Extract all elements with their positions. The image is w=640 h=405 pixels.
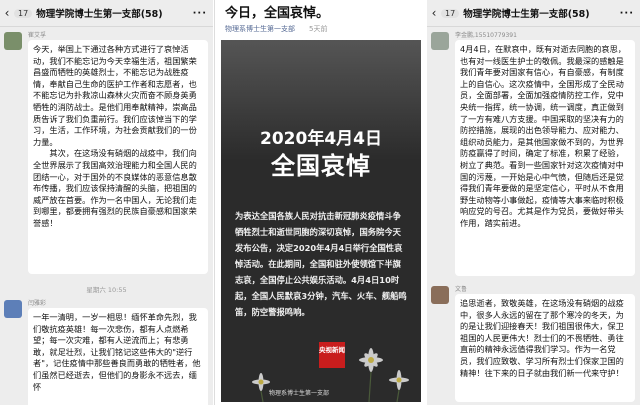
chat-title: 物理学院博士生第一支部(58) [463, 9, 590, 20]
message-timestamp: 星期六 10:55 [86, 286, 127, 294]
article-source-link[interactable]: 物理系博士生第一支部 [225, 24, 295, 34]
article-time: 5天前 [309, 25, 328, 33]
poster-headline: 全国哀悼 [271, 152, 371, 180]
message-bubble[interactable]: 一年一清明，一岁一相思！缅怀革命先烈，我们敬抗疫英雄！每一次悲伤，都有人点燃希望… [28, 308, 208, 405]
back-icon[interactable]: ‹ [427, 6, 441, 20]
article-panel: 今日，全国哀悼。 物理系博士生第一支部 5天前 2020年4月4日 全国哀悼 为… [214, 0, 428, 405]
poster-body: 为表达全国各族人民对抗击新冠肺炎疫情斗争牺牲烈士和逝世同胞的深切哀悼，国务院今天… [235, 211, 407, 317]
unread-badge: 17 [441, 8, 460, 18]
cctv-news-logo: 央视新闻 [319, 342, 345, 368]
sender-name: 李金鹏,15510779391 [455, 32, 517, 39]
sender-name: 闫雅彩 [28, 300, 47, 307]
chat-header: ‹ 17 物理学院博士生第一支部(58) ··· [427, 0, 640, 27]
sender-name: 崔艾孚 [28, 32, 47, 39]
left-chat-panel: ‹ 17 物理学院博士生第一支部(58) ··· 崔艾孚 今天，举国上下通过各种… [0, 0, 213, 405]
right-chat-panel: ‹ 17 物理学院博士生第一支部(58) ··· 李金鹏,15510779391… [427, 0, 640, 405]
chat-header: ‹ 17 物理学院博士生第一支部(58) ··· [0, 0, 213, 27]
avatar[interactable] [431, 32, 449, 50]
article-title: 今日，全国哀悼。 [225, 6, 330, 21]
more-icon[interactable]: ··· [620, 8, 634, 19]
poster-credit: 物理系博士生第一支部 [269, 390, 330, 397]
message-bubble[interactable]: 追思逝者，致敬英雄，在这场没有硝烟的战疫中，很多人永远的留在了那个寒冷的冬天，为… [455, 294, 635, 402]
message-bubble[interactable]: 今天，举国上下通过各种方式进行了哀悼活动，我们不能忘记为今天幸福生活，祖国繁荣昌… [28, 40, 208, 274]
message-bubble[interactable]: 4月4日，在默哀中，既有对逝去同胞的哀思，也有对一线医生护士的敬佩。我最深的感触… [455, 40, 635, 276]
avatar[interactable] [431, 286, 449, 304]
avatar[interactable] [4, 32, 22, 50]
mourning-poster: 2020年4月4日 全国哀悼 为表达全国各族人民对抗击新冠肺炎疫情斗争牺牲烈士和… [221, 40, 421, 402]
avatar[interactable] [4, 300, 22, 318]
more-icon[interactable]: ··· [193, 8, 207, 19]
sender-name: 文鲁 [455, 286, 468, 293]
back-icon[interactable]: ‹ [0, 6, 14, 20]
unread-badge: 17 [14, 8, 33, 18]
chat-title: 物理学院博士生第一支部(58) [36, 9, 163, 20]
